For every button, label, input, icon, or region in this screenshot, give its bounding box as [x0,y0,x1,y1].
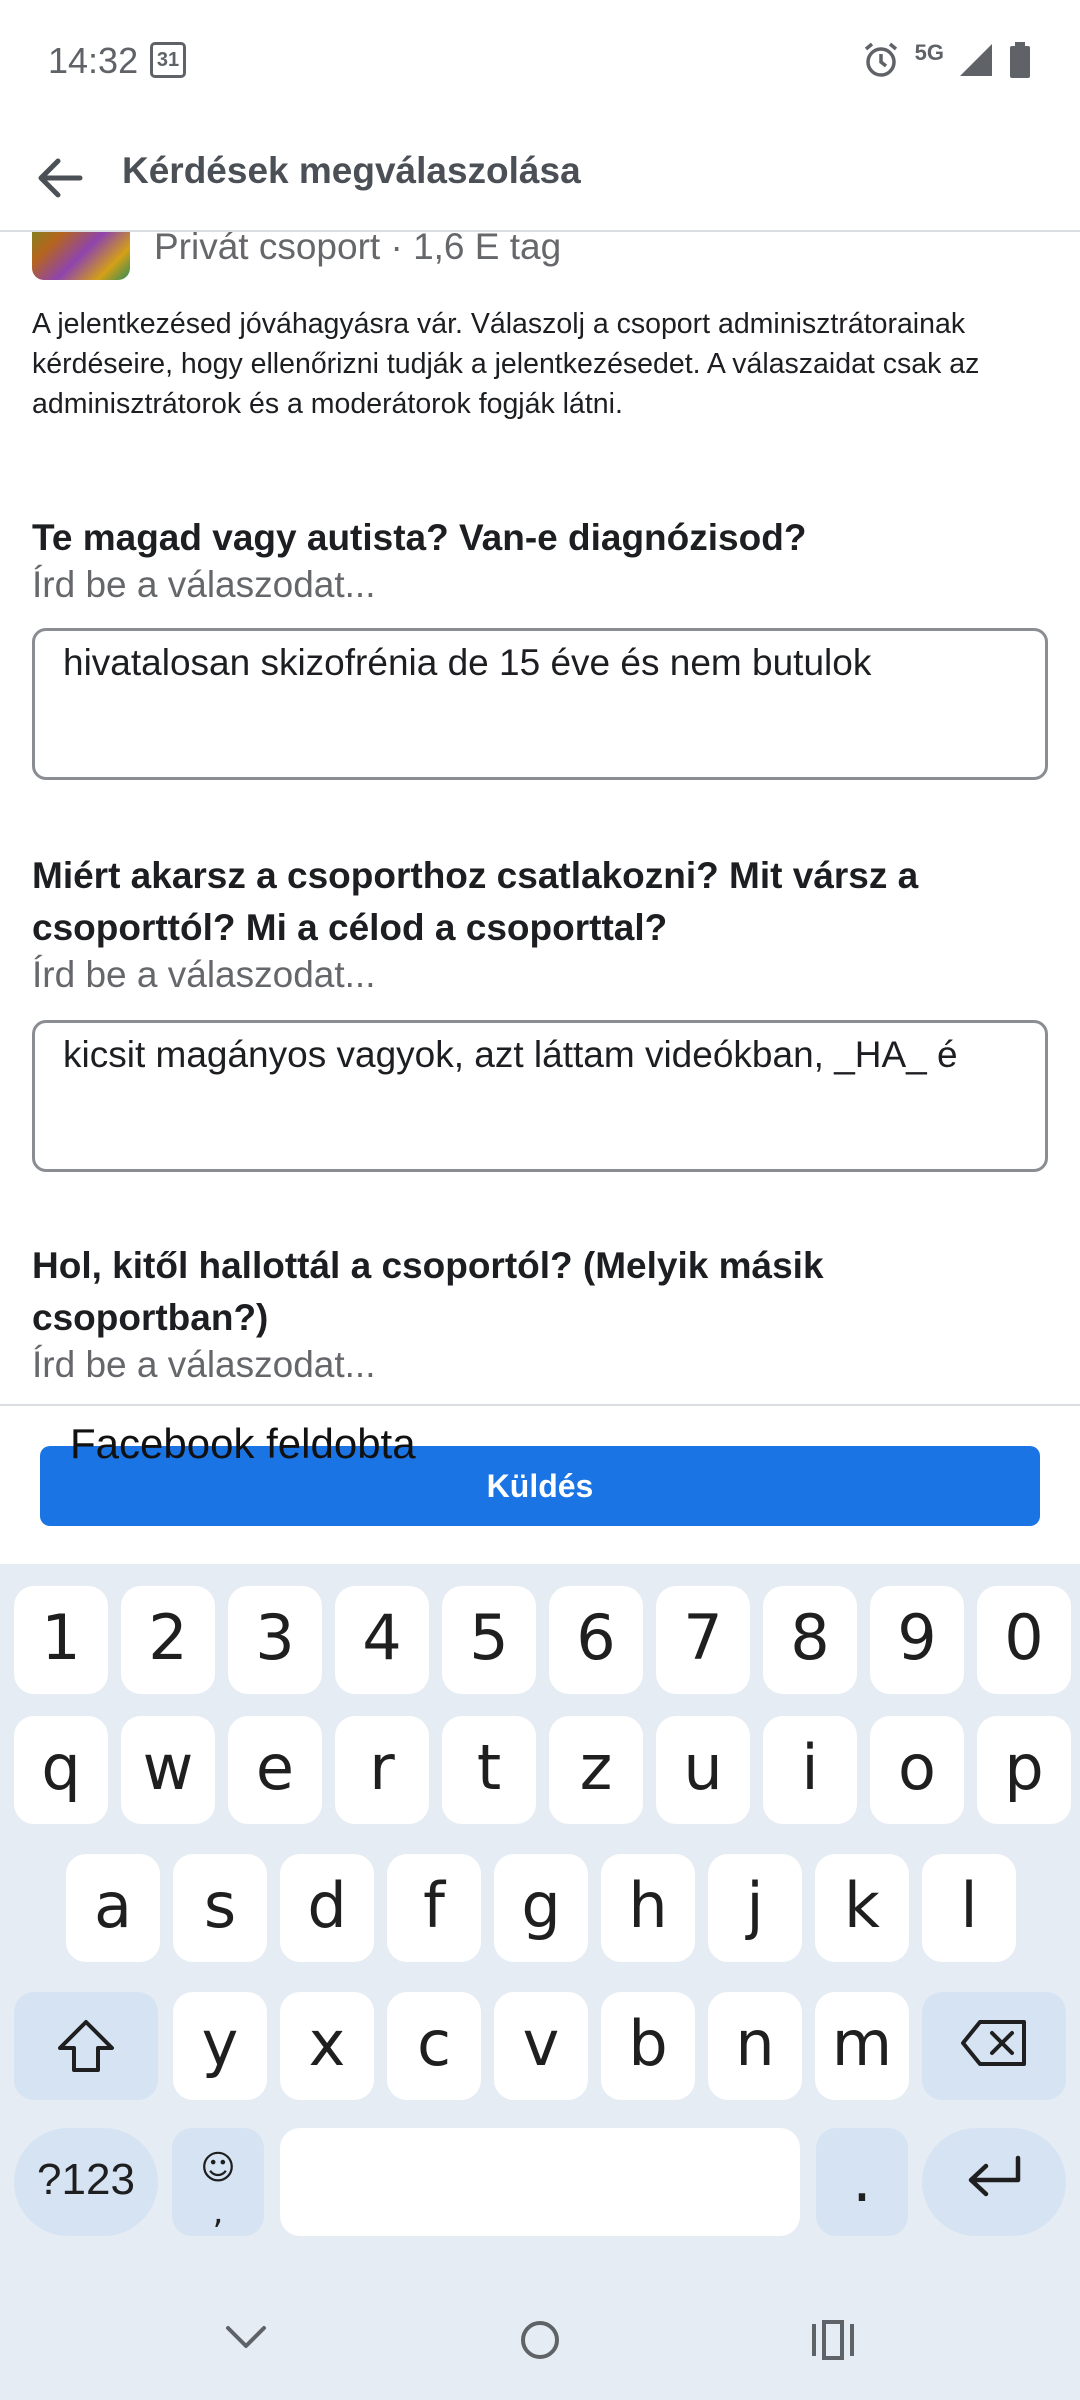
question-3-answer-text[interactable]: Facebook feldobta [70,1420,416,1468]
emoji-icon: ☺ [200,2148,236,2188]
key-h[interactable]: h [601,1854,695,1962]
group-info: Privát csoport · 1,6 E tag [32,232,561,282]
key-a[interactable]: a [66,1854,160,1962]
question-3-title: Hol, kitől hallottál a csoportól? (Melyi… [32,1245,824,1338]
intro-text: A jelentkezésed jóváhagyásra vár. Válasz… [32,308,980,420]
question-3-hint: Írd be a válaszodat... [32,1344,376,1385]
key-5[interactable]: 5 [442,1586,536,1694]
key-3[interactable]: 3 [228,1586,322,1694]
status-time: 14:32 [48,40,139,81]
question-1-title: Te magad vagy autista? Van-e diagnózisod… [32,517,807,558]
app-header: Kérdések megválaszolása [0,124,1080,232]
group-meta: Privát csoport · 1,6 E tag [154,232,562,267]
page-title: Kérdések megválaszolása [122,150,581,191]
key-j[interactable]: j [708,1854,802,1962]
hide-keyboard-chevron-icon[interactable] [222,2318,270,2358]
question-2-hint: Írd be a válaszodat... [32,954,376,995]
enter-arrow-icon [968,2155,1021,2197]
key-8[interactable]: 8 [763,1586,857,1694]
recent-apps-icon[interactable] [810,2318,856,2362]
period-key[interactable]: . [816,2128,908,2236]
key-b[interactable]: b [601,1992,695,2100]
space-key[interactable] [280,2128,800,2236]
key-m[interactable]: m [815,1992,909,2100]
question-1-answer-text: hivatalosan skizofrénia de 15 éve és nem… [63,642,872,683]
network-type: 5G [914,40,944,65]
key-7[interactable]: 7 [656,1586,750,1694]
shift-key[interactable] [14,1992,158,2100]
status-icons: 5G [861,38,1032,82]
key-p[interactable]: p [977,1716,1071,1824]
key-x[interactable]: x [280,1992,374,2100]
questions-form[interactable]: Privát csoport · 1,6 E tag A jelentkezés… [0,232,1080,1404]
key-y[interactable]: y [173,1992,267,2100]
key-o[interactable]: o [870,1716,964,1824]
backspace-key[interactable] [922,1992,1066,2100]
key-2[interactable]: 2 [121,1586,215,1694]
key-z[interactable]: z [549,1716,643,1824]
backspace-icon [961,2020,1026,2066]
signal-icon [960,44,992,76]
status-bar: 14:32 31 5G [0,0,1080,124]
calendar-icon: 31 [150,42,186,78]
group-thumbnail [32,232,130,280]
system-nav-bar [0,2284,1080,2400]
emoji-comma-key[interactable]: ☺ , [172,2128,264,2236]
key-t[interactable]: t [442,1716,536,1824]
key-n[interactable]: n [708,1992,802,2100]
key-f[interactable]: f [387,1854,481,1962]
comma-label: , [212,2192,224,2232]
question-2-title: Miért akarsz a csoporthoz csatlakozni? M… [32,855,919,948]
key-s[interactable]: s [173,1854,267,1962]
key-d[interactable]: d [280,1854,374,1962]
enter-key[interactable] [922,2128,1066,2236]
battery-icon [1010,42,1030,78]
key-0[interactable]: 0 [977,1586,1071,1694]
back-arrow-icon[interactable] [30,148,90,208]
key-6[interactable]: 6 [549,1586,643,1694]
home-icon[interactable] [518,2318,562,2362]
key-w[interactable]: w [121,1716,215,1824]
key-9[interactable]: 9 [870,1586,964,1694]
key-v[interactable]: v [494,1992,588,2100]
question-1-hint: Írd be a válaszodat... [32,564,376,605]
key-1[interactable]: 1 [14,1586,108,1694]
key-l[interactable]: l [922,1854,1016,1962]
on-screen-keyboard: 1 2 3 4 5 6 7 8 9 0 q w e r t z u i o p … [0,1564,1080,2284]
question-2-answer-field[interactable]: kicsit magányos vagyok, azt láttam videó… [32,1020,1048,1172]
key-i[interactable]: i [763,1716,857,1824]
key-r[interactable]: r [335,1716,429,1824]
key-k[interactable]: k [815,1854,909,1962]
shift-arrow-icon [58,2020,114,2072]
key-q[interactable]: q [14,1716,108,1824]
alarm-icon [864,42,897,77]
bottom-bar: Facebook feldobta Küldés [0,1406,1080,1564]
symbols-key[interactable]: ?123 [14,2128,158,2236]
key-e[interactable]: e [228,1716,322,1824]
key-c[interactable]: c [387,1992,481,2100]
question-1-answer-field[interactable]: hivatalosan skizofrénia de 15 éve és nem… [32,628,1048,780]
question-2-answer-text: kicsit magányos vagyok, azt láttam videó… [63,1034,958,1075]
key-g[interactable]: g [494,1854,588,1962]
key-u[interactable]: u [656,1716,750,1824]
key-4[interactable]: 4 [335,1586,429,1694]
